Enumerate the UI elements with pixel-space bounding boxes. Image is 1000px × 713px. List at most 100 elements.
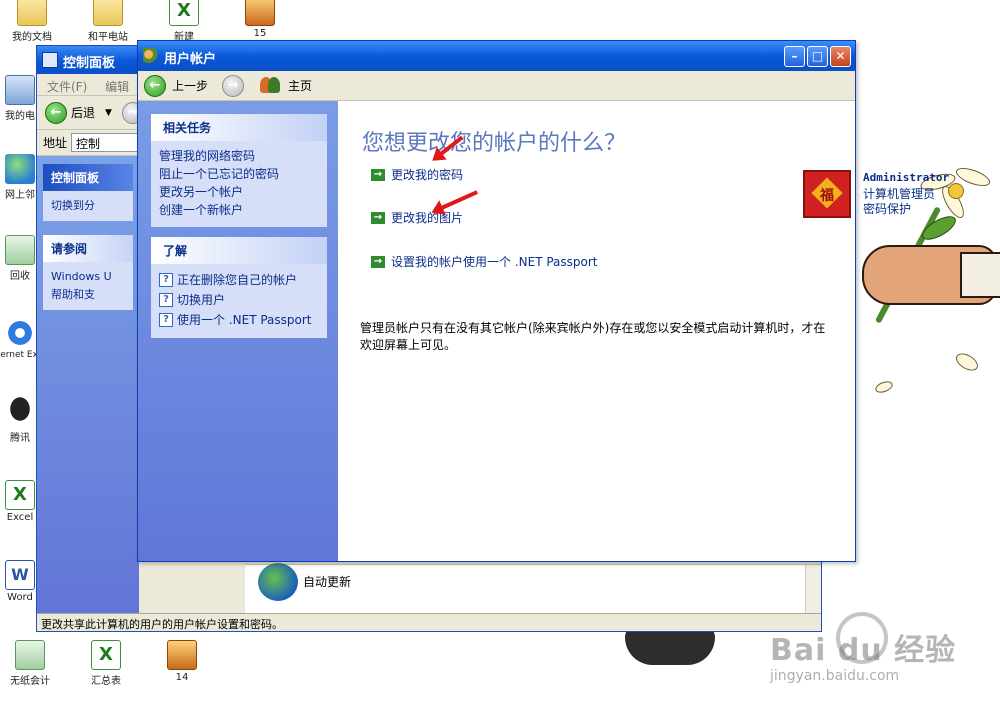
learn-switch-user-link[interactable]: ? 切换用户 xyxy=(159,290,319,310)
window-title: 用户帐户 xyxy=(164,52,217,67)
flower-leaf xyxy=(918,211,960,245)
desktop-icon-label: 15 xyxy=(253,28,267,39)
green-arrow-icon: → xyxy=(371,168,385,181)
home-button-label[interactable]: 主页 xyxy=(288,77,312,94)
desktop-icon-label: 汇总表 xyxy=(91,676,121,687)
see-also-windows-update[interactable]: Windows U xyxy=(51,268,125,286)
home-icon[interactable] xyxy=(260,76,282,95)
account-picture-char: 福 xyxy=(820,188,834,204)
task-label[interactable]: 更改我的密码 xyxy=(391,166,463,183)
close-button[interactable]: ✕ xyxy=(830,46,851,67)
address-label: 地址 xyxy=(43,136,68,150)
auto-update-label[interactable]: 自动更新 xyxy=(303,573,351,590)
see-also-help-support[interactable]: 帮助和支 xyxy=(51,286,125,304)
menu-edit[interactable]: 编辑 xyxy=(105,80,129,94)
help-icon: ? xyxy=(159,313,173,327)
watermark-url: jingyan.baidu.com xyxy=(770,668,900,684)
desktop-icon-heping[interactable]: 和平电站 xyxy=(76,0,140,43)
back-button-label[interactable]: 上一步 xyxy=(172,77,208,94)
learn-about-panel: 了解 ? 正在删除您自己的帐户 ? 切换用户 ? 使用一个 .NET Passp… xyxy=(151,237,327,338)
green-arrow-icon: → xyxy=(371,255,385,268)
admin-account-note: 管理员帐户只有在没有其它帐户(除来宾帐户外)存在或您以安全模式启动计算机时，才在… xyxy=(360,321,826,352)
account-picture: 福 xyxy=(803,170,851,218)
vertical-scrollbar[interactable] xyxy=(805,565,821,615)
desktop-icon-label: 我的文档 xyxy=(12,32,52,43)
switch-view-link[interactable]: 切换到分 xyxy=(43,191,133,221)
learn-about-title: 了解 xyxy=(151,237,327,264)
status-bar: 更改共享此计算机的用户的用户帐户设置和密码。 xyxy=(37,613,821,631)
menu-file[interactable]: 文件(F) xyxy=(47,80,87,94)
minimize-button[interactable]: – xyxy=(784,46,805,67)
user-accounts-content: 您想更改您的帐户的什么？ → 更改我的密码 → 更改我的图片 → 设置我的帐户使… xyxy=(338,101,949,561)
flower-center xyxy=(948,183,964,199)
qq-icon xyxy=(5,397,35,427)
help-icon: ? xyxy=(159,273,173,287)
page-title: 您想更改您的帐户的什么？ xyxy=(362,131,627,156)
manage-network-passwords-link[interactable]: 管理我的网络密码 xyxy=(159,147,319,165)
desktop-icon-my-documents[interactable]: 我的文档 xyxy=(0,0,64,43)
learn-link-label[interactable]: 正在删除您自己的帐户 xyxy=(177,270,297,290)
learn-link-label[interactable]: 切换用户 xyxy=(177,290,225,310)
desktop-icon-label: 无纸会计 xyxy=(10,676,50,687)
related-tasks-panel: 相关任务 管理我的网络密码 阻止一个已忘记的密码 更改另一个帐户 创建一个新帐户 xyxy=(151,114,327,227)
back-arrow-icon[interactable]: ← xyxy=(144,74,166,97)
navigation-bar: ← 上一步 → 主页 xyxy=(138,71,855,101)
archive-icon xyxy=(245,0,275,26)
sleeve-illustration xyxy=(960,252,1000,298)
excel-icon xyxy=(5,480,35,510)
desktop-icon-new[interactable]: 新建 xyxy=(152,0,216,43)
account-protection: 密码保护 xyxy=(863,202,912,216)
see-also-title: 请参阅 xyxy=(43,235,133,262)
desktop-icon-summary[interactable]: 汇总表 xyxy=(74,640,138,687)
desktop-icon-label: 和平电站 xyxy=(88,32,128,43)
desktop-icon-accounting[interactable]: 无纸会计 xyxy=(0,640,62,687)
computer-icon xyxy=(5,75,35,105)
window-controls: – □ ✕ xyxy=(784,46,851,67)
user-accounts-window[interactable]: 用户帐户 – □ ✕ ← 上一步 → 主页 相关任务 管理我的网络密码 阻止一个… xyxy=(137,40,949,562)
maximize-button[interactable]: □ xyxy=(807,46,828,67)
learn-net-passport-link[interactable]: ? 使用一个 .NET Passport xyxy=(159,310,319,330)
user-accounts-titlebar[interactable]: 用户帐户 – □ ✕ xyxy=(138,41,855,71)
falling-petal xyxy=(873,379,895,395)
see-also-panel: 请参阅 Windows U 帮助和支 xyxy=(43,235,133,310)
folder-icon xyxy=(93,0,123,26)
network-icon xyxy=(5,154,35,184)
help-icon: ? xyxy=(159,293,173,307)
task-label[interactable]: 更改我的图片 xyxy=(391,209,463,226)
create-new-account-link[interactable]: 创建一个新帐户 xyxy=(159,201,319,219)
excel-file-icon xyxy=(169,0,199,26)
task-label[interactable]: 设置我的帐户使用一个 .NET Passport xyxy=(391,253,598,270)
archive-icon xyxy=(167,640,197,670)
excel-file-icon xyxy=(91,640,121,670)
back-arrow-icon[interactable]: ← xyxy=(45,101,67,124)
learn-delete-account-link[interactable]: ? 正在删除您自己的帐户 xyxy=(159,270,319,290)
setup-net-passport-task[interactable]: → 设置我的帐户使用一个 .NET Passport xyxy=(371,253,598,270)
account-name: Administrator xyxy=(863,171,950,184)
learn-link-label[interactable]: 使用一个 .NET Passport xyxy=(177,310,312,330)
desktop-icon-15[interactable]: 15 xyxy=(228,0,292,39)
desktop-icon-label: 14 xyxy=(175,672,189,683)
user-accounts-icon xyxy=(143,48,159,64)
change-picture-task[interactable]: → 更改我的图片 xyxy=(371,209,463,226)
window-title: 控制面板 xyxy=(63,56,116,71)
change-password-task[interactable]: → 更改我的密码 xyxy=(371,166,463,183)
word-icon xyxy=(5,560,35,590)
auto-update-icon[interactable] xyxy=(258,563,298,601)
falling-petal xyxy=(953,349,981,375)
control-panel-task-pane: 控制面板 切换到分 请参阅 Windows U 帮助和支 xyxy=(37,156,139,613)
control-panel-side-panel: 控制面板 切换到分 xyxy=(43,164,133,221)
green-arrow-icon: → xyxy=(371,211,385,224)
internet-explorer-icon xyxy=(5,318,35,348)
desktop-icon-14[interactable]: 14 xyxy=(150,640,214,683)
related-tasks-title: 相关任务 xyxy=(151,114,327,141)
user-accounts-task-pane: 相关任务 管理我的网络密码 阻止一个已忘记的密码 更改另一个帐户 创建一个新帐户… xyxy=(138,101,338,561)
back-button-label[interactable]: 后退 xyxy=(71,104,95,121)
prevent-forgotten-password-link[interactable]: 阻止一个已忘记的密码 xyxy=(159,165,319,183)
folder-icon xyxy=(17,0,47,26)
forward-arrow-icon[interactable]: → xyxy=(222,74,245,97)
change-another-account-link[interactable]: 更改另一个帐户 xyxy=(159,183,319,201)
side-panel-title: 控制面板 xyxy=(43,164,133,191)
recycle-bin-icon xyxy=(5,235,35,265)
accounting-app-icon xyxy=(15,640,45,670)
chevron-down-icon[interactable]: ▼ xyxy=(105,108,112,118)
